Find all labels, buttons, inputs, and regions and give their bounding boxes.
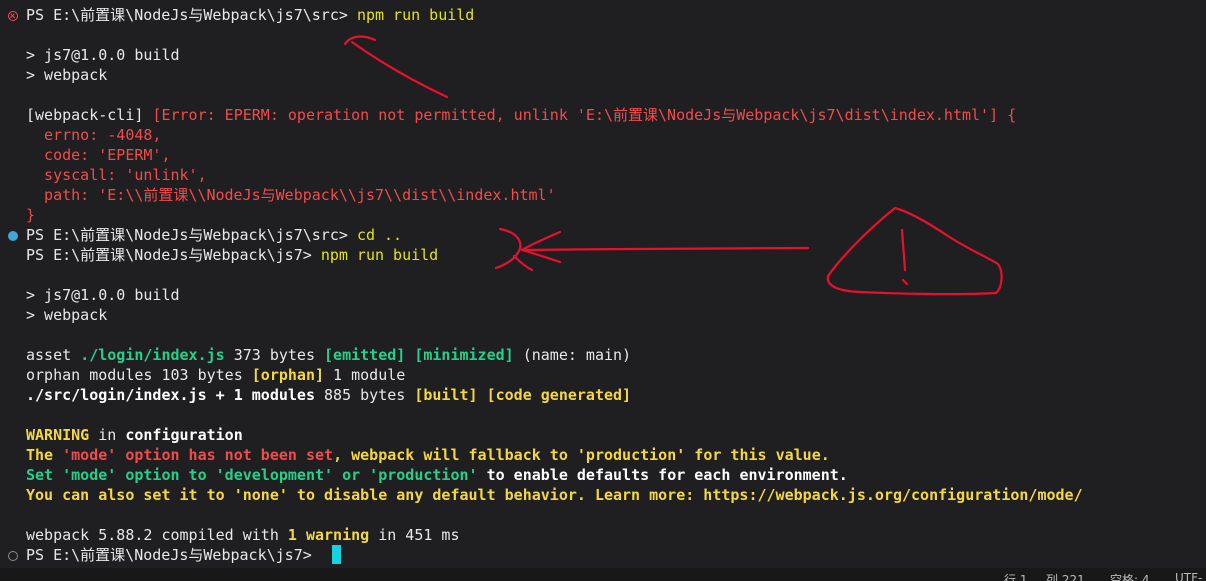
prompt-line-2: PS E:\前置课\NodeJs与Webpack\js7\src> cd .. [26, 225, 402, 245]
terminal-panel[interactable]: PS E:\前置课\NodeJs与Webpack\js7\src> npm ru… [0, 0, 1206, 568]
status-encoding[interactable]: UTF- [1175, 571, 1202, 581]
module-size: 885 bytes [314, 386, 415, 404]
error-errno: errno: -4048, [26, 126, 162, 144]
warning-highlight: 'mode' option has not been set [62, 446, 334, 464]
error-syscall: syscall: 'unlink', [26, 166, 207, 184]
prompt-line-1: PS E:\前置课\NodeJs与Webpack\js7\src> npm ru… [26, 5, 474, 25]
warning-text: Set [26, 466, 63, 484]
emitted-tag: [emitted] [324, 346, 406, 364]
warning-line-4: You can also set it to 'none' to disable… [26, 486, 1083, 504]
module-line: ./src/login/index.js + 1 modules 885 byt… [26, 385, 631, 405]
prompt-path: PS E:\前置课\NodeJs与Webpack\js7\src> [26, 6, 357, 24]
orphan-line: orphan modules 103 bytes [orphan] 1 modu… [26, 365, 405, 385]
minimized-tag: [minimized] [414, 346, 514, 364]
error-close: } [26, 206, 36, 224]
warning-text: The [26, 446, 63, 464]
warning-text: to enable defaults for each environment. [477, 466, 848, 484]
compiled-text: webpack 5.88.2 compiled with [26, 526, 288, 544]
build-script-line: > js7@1.0.0 build [26, 286, 180, 304]
webpack-line: > webpack [26, 66, 108, 84]
error-prefix: [webpack-cli] [26, 106, 153, 124]
idle-circle-icon[interactable] [8, 551, 18, 561]
command-text: cd .. [356, 226, 403, 244]
prompt-path: PS E:\前置课\NodeJs与Webpack\js7\src> [26, 226, 357, 244]
code-generated-tag: [code generated] [486, 386, 632, 404]
warning-count: 1 warning [287, 526, 370, 544]
orphan-label: orphan modules 103 bytes [26, 366, 252, 384]
webpack-line: > webpack [26, 306, 108, 324]
built-tag: [built] [414, 386, 478, 404]
prompt-path: PS E:\前置课\NodeJs与Webpack\js7> [26, 246, 321, 264]
asset-name: (name: main) [513, 346, 632, 364]
status-bar: 行 1 列 221 空格: 4 UTF- [0, 568, 1206, 581]
warning-label: WARNING [26, 426, 90, 444]
asset-label: asset [26, 346, 81, 364]
warning-in: in [89, 426, 126, 444]
build-script-line: > js7@1.0.0 build [26, 46, 180, 64]
asset-line: asset ./login/index.js 373 bytes [emitte… [26, 345, 631, 365]
orphan-count: 1 module [324, 366, 406, 384]
asset-file: ./login/index.js [80, 346, 225, 364]
warning-highlight: 'mode' option to 'development' or 'produ… [62, 466, 478, 484]
prompt-line-3: PS E:\前置课\NodeJs与Webpack\js7> npm run bu… [26, 245, 438, 265]
orphan-tag: [orphan] [251, 366, 325, 384]
status-spaces[interactable]: 空格: 4 [1110, 571, 1150, 581]
prompt-line-4[interactable]: PS E:\前置课\NodeJs与Webpack\js7> [26, 545, 321, 565]
terminal-cursor [332, 545, 341, 564]
status-line[interactable]: 行 1 [1004, 571, 1027, 581]
status-column[interactable]: 列 221 [1046, 571, 1085, 581]
module-path: ./src/login/index.js + 1 modules [26, 386, 315, 404]
command-text: npm run build [356, 6, 475, 24]
asset-size: 373 bytes [224, 346, 325, 364]
error-path: path: 'E:\\前置课\\NodeJs与Webpack\\js7\\dis… [26, 186, 556, 204]
warning-line-3: Set 'mode' option to 'development' or 'p… [26, 465, 848, 485]
warning-line-1: WARNING in configuration [26, 425, 243, 445]
compiled-line: webpack 5.88.2 compiled with 1 warning i… [26, 525, 460, 545]
error-message: [Error: EPERM: operation not permitted, … [152, 106, 1017, 124]
prompt-path: PS E:\前置课\NodeJs与Webpack\js7> [26, 546, 321, 564]
error-circle-icon[interactable] [8, 11, 18, 21]
command-text: npm run build [320, 246, 439, 264]
compiled-time: in 451 ms [369, 526, 460, 544]
warning-text: , webpack will fallback to 'production' … [333, 446, 830, 464]
error-message-line: [webpack-cli] [Error: EPERM: operation n… [26, 105, 1016, 125]
warning-line-2: The 'mode' option has not been set, webp… [26, 445, 830, 465]
success-dot-icon[interactable] [8, 231, 18, 241]
warning-configuration: configuration [125, 426, 243, 444]
error-code: code: 'EPERM', [26, 146, 171, 164]
